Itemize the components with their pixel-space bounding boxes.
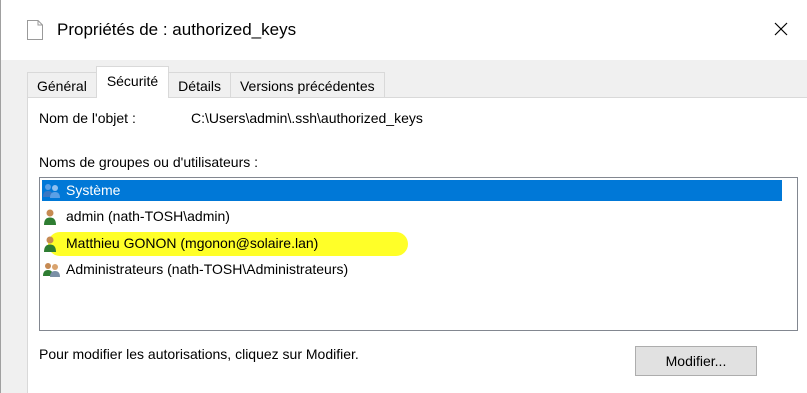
group-icon [42, 262, 62, 278]
groups-label: Noms de groupes ou d'utilisateurs : [39, 154, 259, 170]
list-item-administrators[interactable]: Administrateurs (nath-TOSH\Administrateu… [42, 259, 348, 280]
tab-general[interactable]: Général [27, 72, 97, 98]
list-item-label: Matthieu GONON (mgonon@solaire.lan) [66, 235, 319, 251]
object-name-value: C:\Users\admin\.ssh\authorized_keys [191, 110, 423, 126]
list-item-matthieu[interactable]: Matthieu GONON (mgonon@solaire.lan) [42, 233, 318, 254]
list-item-label: Administrateurs (nath-TOSH\Administrateu… [66, 261, 349, 277]
modify-hint: Pour modifier les autorisations, cliquez… [39, 346, 359, 362]
document-icon [27, 20, 43, 40]
modify-button[interactable]: Modifier... [635, 346, 757, 376]
close-button[interactable] [761, 12, 801, 48]
window-title: Propriétés de : authorized_keys [57, 20, 297, 39]
tab-previous-versions[interactable]: Versions précédentes [229, 72, 385, 98]
tab-details[interactable]: Détails [168, 72, 231, 98]
list-item-label: admin (nath-TOSH\admin) [66, 208, 230, 224]
group-icon [42, 183, 62, 199]
tab-security[interactable]: Sécurité [95, 66, 170, 98]
object-name-label: Nom de l'objet : [39, 110, 136, 126]
dialog-body: Général Sécurité Détails Versions précéd… [1, 60, 807, 393]
principals-list[interactable]: Système admin (nath-TOSH\admin) Matthieu… [39, 177, 798, 331]
close-icon [774, 22, 788, 39]
security-panel: Nom de l'objet : C:\Users\admin\.ssh\aut… [27, 97, 807, 393]
user-icon [42, 209, 62, 225]
user-icon [42, 236, 62, 252]
title-bar: Propriétés de : authorized_keys [1, 0, 807, 60]
tab-strip: Général Sécurité Détails Versions précéd… [27, 66, 385, 98]
properties-window: Propriétés de : authorized_keys Général … [0, 0, 807, 393]
list-item-system[interactable]: Système [42, 180, 782, 201]
list-item-label: Système [66, 182, 121, 198]
list-item-admin[interactable]: admin (nath-TOSH\admin) [42, 206, 230, 227]
